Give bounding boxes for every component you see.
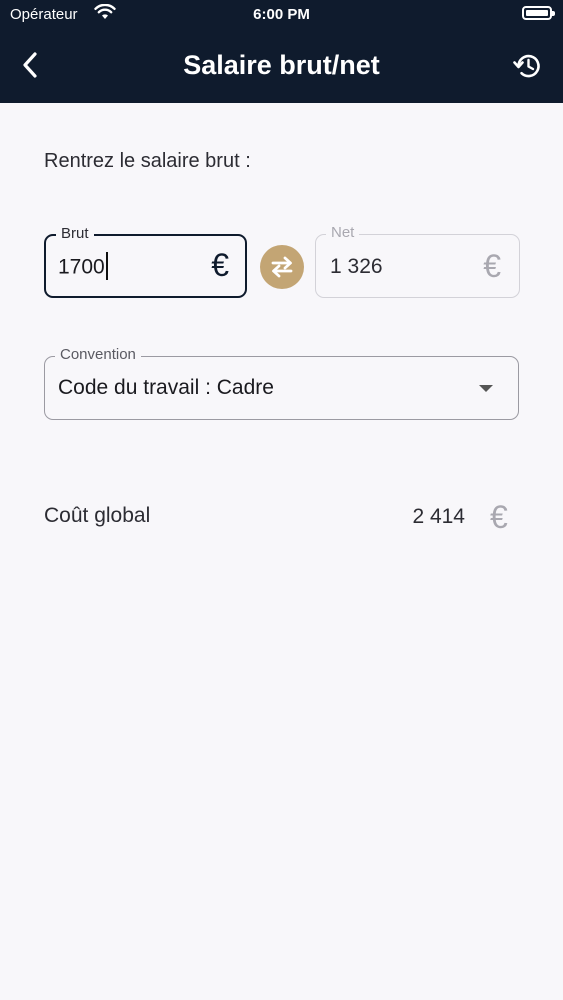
brut-value-wrapper[interactable]: 1700 — [58, 252, 108, 282]
convention-label: Convention — [55, 346, 141, 364]
salary-prompt: Rentrez le salaire brut : — [44, 150, 251, 172]
euro-icon: € — [211, 247, 229, 283]
text-caret — [105, 252, 108, 280]
status-bar: Opérateur 6:00 PM — [0, 0, 563, 30]
battery-icon — [522, 6, 555, 20]
status-time: 6:00 PM — [253, 6, 310, 23]
dropdown-arrow-icon[interactable] — [479, 385, 493, 392]
convention-select[interactable]: Convention Code du travail : Cadre — [44, 346, 519, 420]
history-reset-icon[interactable] — [510, 48, 546, 84]
swap-arrows-icon — [271, 256, 293, 278]
convention-value[interactable]: Code du travail : Cadre — [58, 376, 274, 400]
total-cost-value: 2 414 — [412, 505, 465, 528]
total-cost-label: Coût global — [44, 504, 151, 527]
nav-bar: Salaire brut/net — [0, 30, 563, 103]
net-label: Net — [326, 224, 360, 242]
swap-button[interactable] — [260, 245, 304, 289]
brut-input[interactable]: Brut 1700 € — [44, 225, 247, 298]
brut-label: Brut — [56, 225, 94, 243]
top-bar: Opérateur 6:00 PM Salaire brut/net — [0, 0, 563, 103]
brut-value[interactable]: 1700 — [58, 256, 105, 279]
net-value[interactable]: 1 326 — [330, 255, 383, 279]
page-title: Salaire brut/net — [183, 50, 380, 80]
euro-icon: € — [483, 248, 501, 284]
euro-icon: € — [490, 499, 508, 535]
net-input[interactable]: Net 1 326 € — [315, 224, 520, 298]
